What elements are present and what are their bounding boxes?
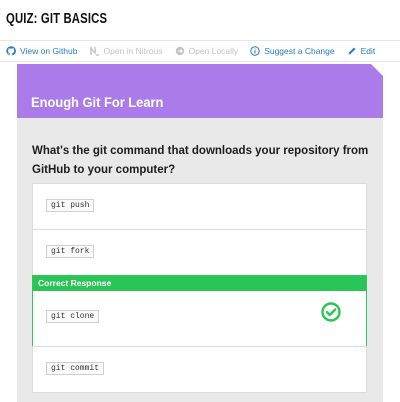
answer-options: git push git fork Correct Response git c… <box>32 183 367 393</box>
open-locally-icon <box>175 46 185 56</box>
open-in-nitrous-label: Open in Nitrous <box>103 46 163 56</box>
suggest-a-change-label: Suggest a Change <box>264 46 335 56</box>
correct-response-banner: Correct Response <box>33 276 366 291</box>
view-on-github-button[interactable]: View on Github <box>0 41 84 61</box>
open-locally-label: Open Locally <box>188 46 239 56</box>
quiz-card: Enough Git For Learn What's the git comm… <box>17 64 383 402</box>
checkmark-icon <box>321 302 341 322</box>
edit-button[interactable]: Edit <box>341 41 382 61</box>
quiz-card-title: Enough Git For Learn <box>31 94 164 110</box>
open-locally-button[interactable]: Open Locally <box>169 41 245 61</box>
edit-label: Edit <box>360 46 376 56</box>
quiz-card-header: Enough Git For Learn <box>17 64 383 118</box>
info-icon <box>250 46 260 56</box>
page-title: QUIZ: GIT BASICS <box>6 11 108 27</box>
answer-option-git-fork[interactable]: git fork <box>32 229 367 276</box>
view-on-github-label: View on Github <box>20 46 78 56</box>
question-text: What's the git command that downloads yo… <box>32 145 369 176</box>
answer-code: git push <box>46 199 95 212</box>
nitrous-icon <box>89 46 100 56</box>
answer-code: git commit <box>46 362 105 375</box>
answer-option-git-commit[interactable]: git commit <box>32 346 367 393</box>
answer-option-git-push[interactable]: git push <box>32 183 367 230</box>
github-icon <box>6 46 16 56</box>
open-in-nitrous-button[interactable]: Open in Nitrous <box>84 41 169 61</box>
action-toolbar: View on Github Open in Nitrous Open Loca… <box>0 40 400 62</box>
answer-code: git fork <box>46 245 95 258</box>
suggest-a-change-button[interactable]: Suggest a Change <box>244 41 340 61</box>
answer-code: git clone <box>46 310 100 323</box>
pencil-icon <box>347 46 357 56</box>
answer-option-git-clone[interactable]: Correct Response git clone <box>32 275 367 347</box>
